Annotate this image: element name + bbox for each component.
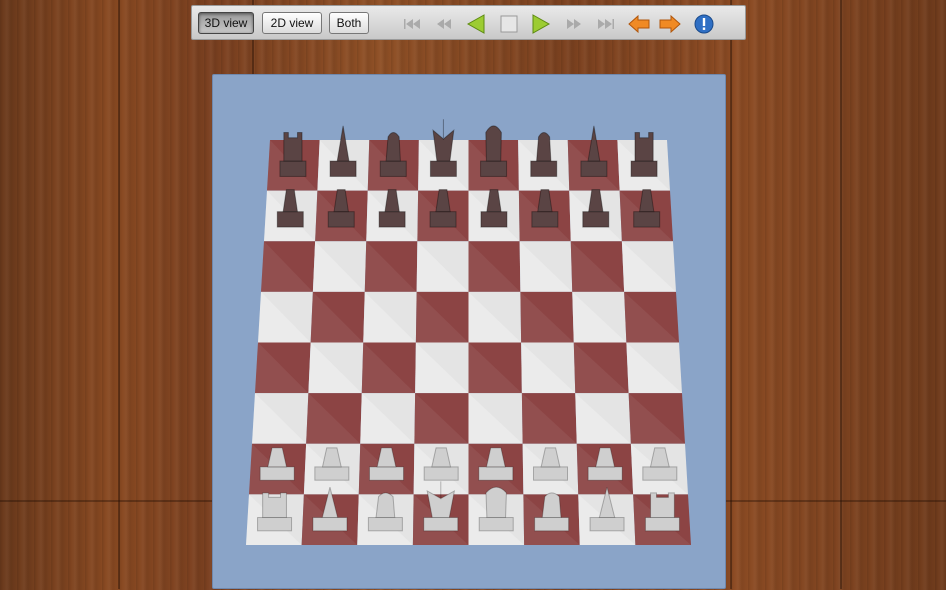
2d-view-button[interactable]: 2D view — [262, 12, 322, 34]
3d-view-button[interactable]: 3D view — [198, 12, 254, 34]
white-rook[interactable] — [644, 492, 680, 532]
both-view-button[interactable]: Both — [329, 12, 369, 34]
info-icon[interactable] — [693, 14, 715, 34]
play-back-icon[interactable] — [465, 14, 487, 34]
toolbar: 3D view 2D view Both — [191, 5, 746, 40]
arrow-right-icon[interactable] — [659, 14, 681, 34]
last-move-icon[interactable] — [595, 14, 617, 34]
step-back-icon[interactable] — [433, 14, 455, 34]
board-panel — [212, 74, 726, 589]
play-forward-icon[interactable] — [530, 14, 552, 34]
step-forward-icon[interactable] — [563, 14, 585, 34]
stop-icon[interactable] — [498, 14, 520, 34]
white-rook[interactable] — [257, 492, 293, 532]
first-move-icon[interactable] — [401, 14, 423, 34]
chess-board-3d[interactable] — [213, 75, 727, 590]
board-squares — [246, 140, 691, 545]
arrow-left-icon[interactable] — [628, 14, 650, 34]
black-rook[interactable] — [630, 131, 658, 177]
black-rook[interactable] — [279, 131, 307, 177]
